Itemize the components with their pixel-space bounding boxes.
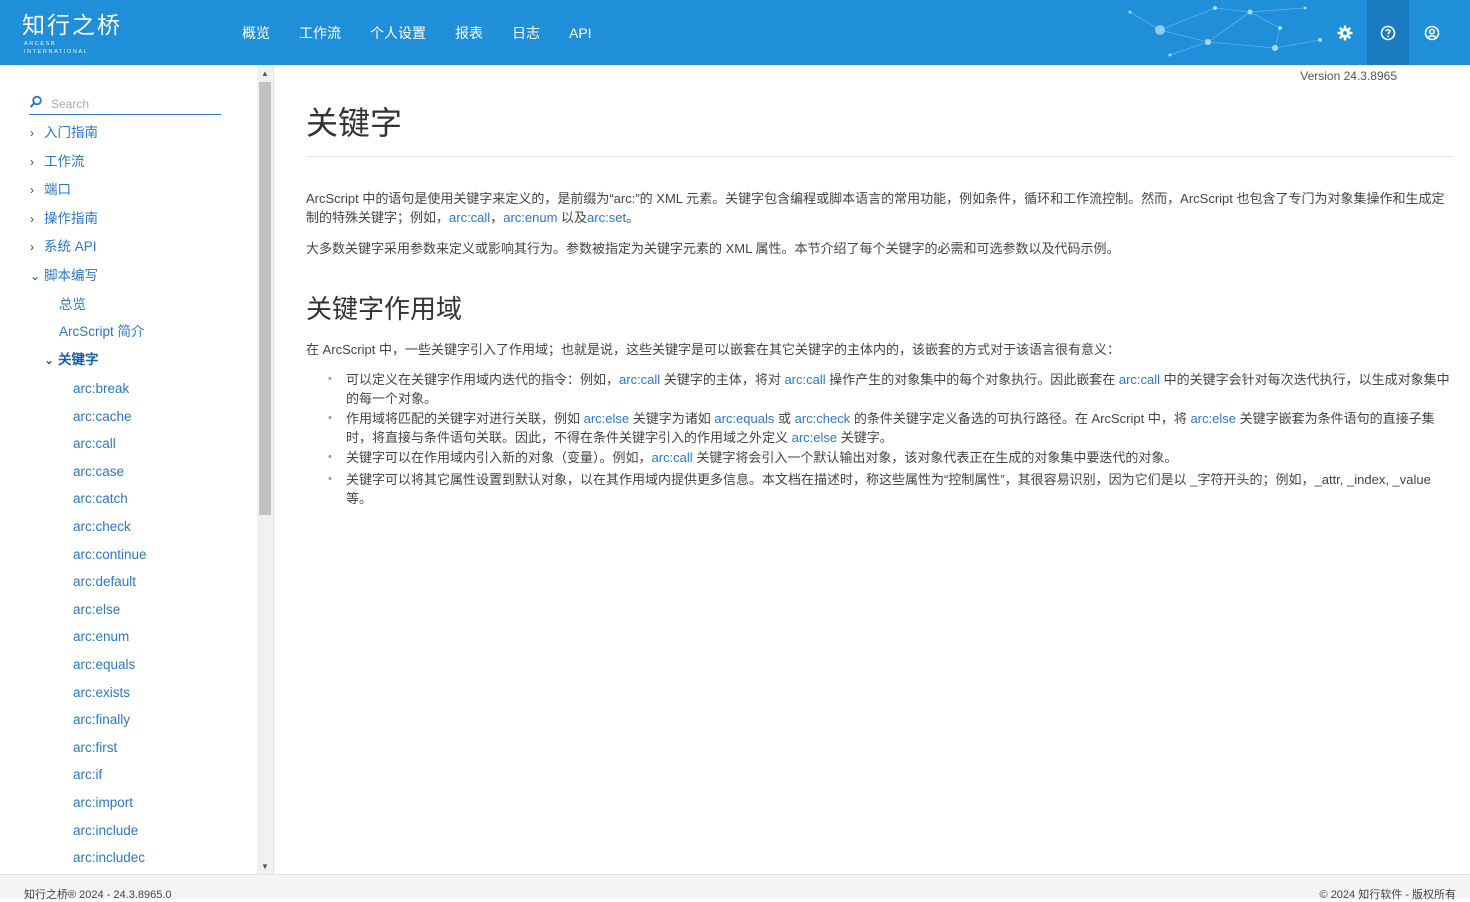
account-button[interactable] [1411, 0, 1453, 65]
page-title: 关键字 [306, 105, 403, 141]
app-header: 知行之桥 ARCESB INTERNATIONAL 概览 工作流 个人设置 报表… [0, 0, 1470, 65]
help-button[interactable] [1367, 0, 1409, 65]
sidebar-keyword-arc-includec[interactable]: arc:includec [73, 849, 145, 867]
sidebar-item-arcscript-intro[interactable]: ArcScript 简介 [59, 323, 145, 341]
nav-logs[interactable]: 日志 [512, 23, 540, 43]
sidebar-keyword-arc-case[interactable]: arc:case [73, 463, 124, 481]
sidebar-keyword-arc-equals[interactable]: arc:equals [73, 656, 135, 674]
link-arc-call[interactable]: arc:call [652, 450, 693, 465]
sidebar-keyword-arc-cache[interactable]: arc:cache [73, 408, 132, 426]
sidebar-divider [273, 65, 274, 874]
scroll-down-arrow-icon[interactable]: ▼ [257, 858, 273, 874]
chevron-right-icon: › [30, 126, 34, 140]
sidebar-item-ports[interactable]: › 端口 [30, 181, 71, 199]
sidebar-keyword-arc-first[interactable]: arc:first [73, 739, 117, 757]
version-label: Version 24.3.8965 [1300, 69, 1397, 83]
sidebar-keyword-arc-catch[interactable]: arc:catch [73, 490, 128, 508]
chevron-right-icon: › [30, 183, 34, 197]
chevron-right-icon: › [30, 212, 34, 226]
network-decoration [1128, 6, 1322, 57]
link-arc-else[interactable]: arc:else [1190, 411, 1236, 426]
link-arc-call[interactable]: arc:call [449, 210, 490, 225]
sidebar-item-system-api[interactable]: › 系统 API [30, 238, 97, 256]
link-arc-else[interactable]: arc:else [792, 430, 838, 445]
help-icon [1380, 25, 1396, 40]
scroll-up-arrow-icon[interactable]: ▲ [257, 65, 273, 81]
scope-list: 可以定义在关键字作用域内迭代的指令：例如，arc:call 关键字的主体，将对 … [306, 370, 1454, 508]
sidebar-item-getting-started[interactable]: › 入门指南 [30, 124, 98, 142]
search-box [29, 93, 221, 115]
sidebar-keyword-arc-if[interactable]: arc:if [73, 766, 102, 784]
sidebar-keyword-arc-finally[interactable]: arc:finally [73, 711, 130, 729]
sidebar-item-workflow[interactable]: › 工作流 [30, 153, 85, 171]
sidebar-keyword-arc-break[interactable]: arc:break [73, 380, 129, 398]
link-arc-set[interactable]: arc:set [587, 210, 626, 225]
sidebar-item-overview[interactable]: 总览 [59, 296, 86, 314]
sidebar: ›入门指南 ›工作流 ›端口 ›操作指南 ›系统 API ⌄脚本编写 总览 Ar… [0, 65, 257, 874]
nav-api[interactable]: API [569, 25, 592, 41]
search-input[interactable] [51, 95, 219, 113]
logo-subtext: ARCESB INTERNATIONAL [24, 41, 89, 55]
list-item: 可以定义在关键字作用域内迭代的指令：例如，arc:call 关键字的主体，将对 … [306, 370, 1454, 408]
sidebar-item-scripting[interactable]: ⌄ 脚本编写 [30, 267, 98, 285]
main-content: 关键字 ArcScript 中的语句是使用关键字来定义的，是前缀为“arc:”的… [306, 90, 1454, 508]
footer-copyright: © 2024 知行软件 - 版权所有 [1319, 889, 1456, 901]
nav-workflow[interactable]: 工作流 [299, 23, 341, 43]
nav-overview[interactable]: 概览 [242, 23, 270, 43]
chevron-down-icon: ⌄ [30, 269, 41, 283]
logo[interactable]: 知行之桥 ARCESB INTERNATIONAL [22, 12, 122, 55]
scrollbar-thumb[interactable] [259, 82, 271, 515]
list-item: 作用域将匹配的关键字对进行关联，例如 arc:else 关键字为诸如 arc:e… [306, 409, 1454, 447]
user-icon [1424, 25, 1440, 40]
chevron-right-icon: › [30, 240, 34, 254]
gear-icon [1337, 25, 1353, 40]
sidebar-keyword-arc-default[interactable]: arc:default [73, 573, 136, 591]
sidebar-keyword-arc-else[interactable]: arc:else [73, 601, 120, 619]
link-arc-equals[interactable]: arc:equals [714, 411, 774, 426]
link-arc-call[interactable]: arc:call [1119, 372, 1160, 387]
top-nav: 概览 工作流 个人设置 报表 日志 API [242, 0, 621, 65]
section-title-scope: 关键字作用域 [306, 294, 463, 324]
intro-paragraph-1: ArcScript 中的语句是使用关键字来定义的，是前缀为“arc:”的 XML… [306, 191, 1445, 225]
nav-reports[interactable]: 报表 [455, 23, 483, 43]
footer: 知行之桥® 2024 - 24.3.8965.0 © 2024 知行软件 - 版… [0, 874, 1470, 901]
settings-button[interactable] [1324, 0, 1366, 65]
search-icon [29, 95, 42, 108]
list-item: 关键字可以将其它属性设置到默认对象，以在其作用域内提供更多信息。本文档在描述时，… [306, 470, 1454, 508]
sidebar-keyword-arc-exists[interactable]: arc:exists [73, 684, 130, 702]
nav-personal-settings[interactable]: 个人设置 [370, 23, 426, 43]
list-item: 关键字可以在作用域内引入新的对象（变量）。例如，arc:call 关键字将会引入… [306, 448, 1454, 467]
logo-text: 知行之桥 [22, 13, 122, 39]
footer-build-info: 知行之桥® 2024 - 24.3.8965.0 [24, 889, 172, 901]
scope-intro: 在 ArcScript 中，一些关键字引入了作用域；也就是说，这些关键字是可以嵌… [306, 342, 1120, 357]
sidebar-keyword-arc-import[interactable]: arc:import [73, 794, 133, 812]
sidebar-keyword-arc-check[interactable]: arc:check [73, 518, 131, 536]
sidebar-keyword-arc-call[interactable]: arc:call [73, 435, 116, 453]
intro-paragraph-2: 大多数关键字采用参数来定义或影响其行为。参数被指定为关键字元素的 XML 属性。… [306, 241, 1120, 256]
sidebar-item-how-to[interactable]: › 操作指南 [30, 210, 98, 228]
link-arc-check[interactable]: arc:check [795, 411, 851, 426]
sidebar-item-keywords[interactable]: ⌄ 关键字 [44, 351, 99, 369]
link-arc-call[interactable]: arc:call [619, 372, 660, 387]
sidebar-keyword-arc-include[interactable]: arc:include [73, 822, 138, 840]
chevron-down-icon: ⌄ [44, 353, 55, 367]
sidebar-keyword-arc-enum[interactable]: arc:enum [73, 628, 129, 646]
link-arc-call[interactable]: arc:call [784, 372, 825, 387]
link-arc-else[interactable]: arc:else [584, 411, 630, 426]
title-divider [306, 156, 1454, 157]
chevron-right-icon: › [30, 155, 34, 169]
sidebar-scrollbar[interactable]: ▲ ▼ [257, 65, 273, 874]
link-arc-enum[interactable]: arc:enum [503, 210, 557, 225]
sidebar-keyword-arc-continue[interactable]: arc:continue [73, 546, 147, 564]
